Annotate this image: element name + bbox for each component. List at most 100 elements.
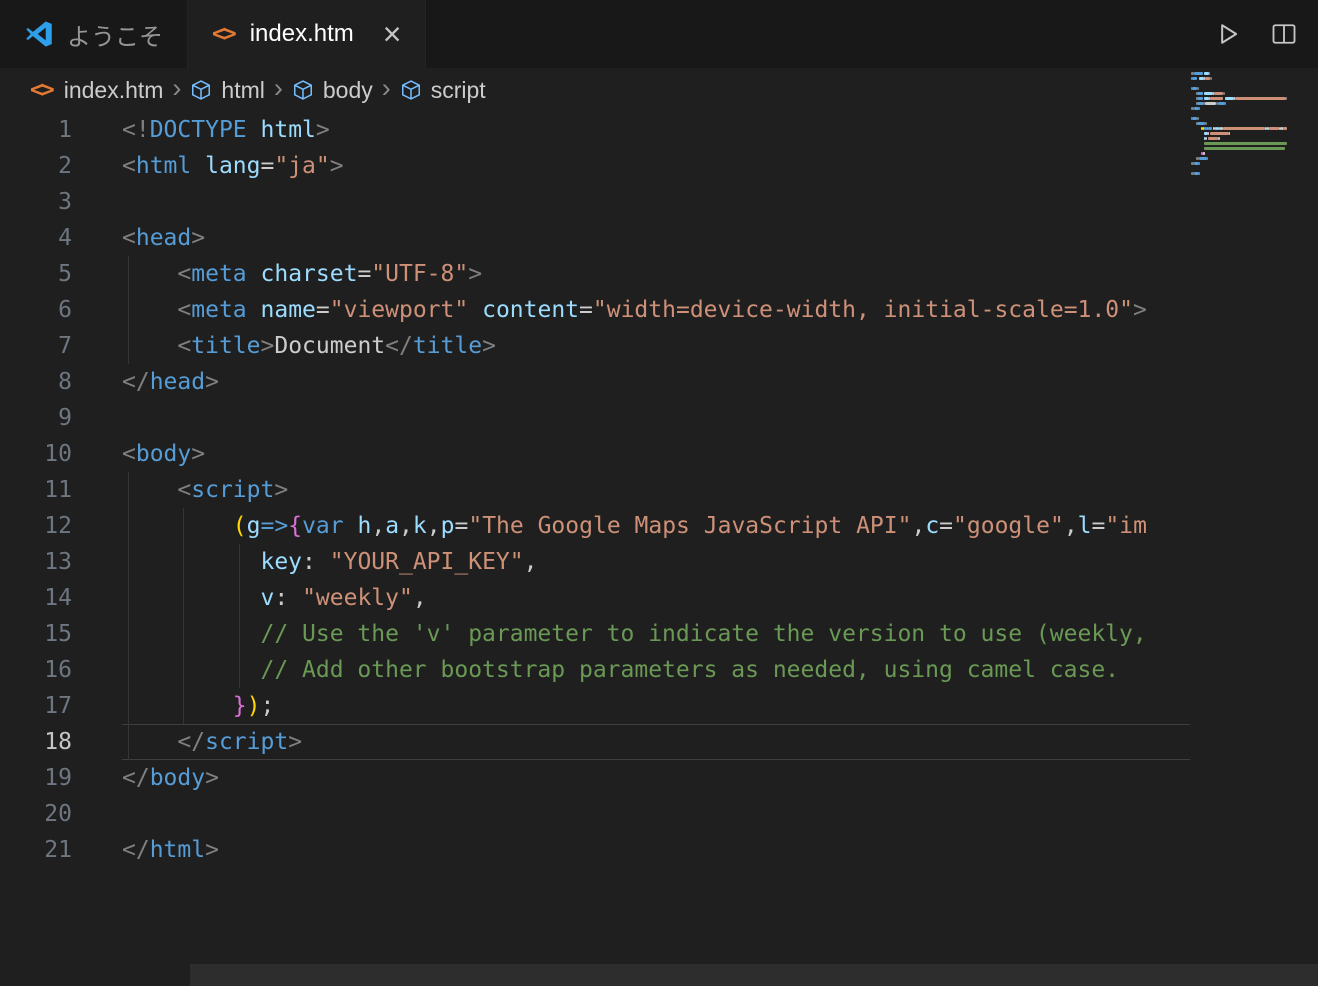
code-line-7[interactable]: 7 <title>Document</title> xyxy=(0,328,1190,364)
breadcrumb-item-script[interactable]: script xyxy=(400,77,486,104)
code-text: <html lang="ja"> xyxy=(122,153,344,179)
code-line-20[interactable]: 20 xyxy=(0,796,1190,832)
tab-bar: ようこそ <> index.htm × xyxy=(0,0,1318,68)
indent-guide xyxy=(183,652,185,688)
tab-label: ようこそ xyxy=(67,23,163,51)
code-file-icon: <> xyxy=(212,21,237,47)
code-line-18[interactable]: 18 </script> xyxy=(0,724,1190,760)
code-text: <title>Document</title> xyxy=(72,328,496,364)
tab-index-htm[interactable]: <> index.htm × xyxy=(188,0,427,68)
breadcrumb-label: html xyxy=(221,76,265,103)
indent-guide xyxy=(183,688,185,724)
vscode-window: ようこそ <> index.htm × <> index.htm › html … xyxy=(0,0,1318,986)
indent-guide xyxy=(238,544,240,580)
line-number: 21 xyxy=(44,837,72,863)
chevron-right-icon: › xyxy=(381,73,391,103)
code-line-10[interactable]: 10 <body> xyxy=(0,436,1190,472)
close-icon[interactable]: × xyxy=(383,18,402,50)
indent-guide xyxy=(238,652,240,688)
editor-actions xyxy=(1214,0,1298,68)
tab-welcome[interactable]: ようこそ xyxy=(0,0,188,68)
run-icon[interactable] xyxy=(1214,20,1242,48)
indent-guide xyxy=(128,508,129,544)
minimap-line xyxy=(1191,172,1315,177)
code-line-3[interactable]: 3 xyxy=(0,184,1190,220)
code-line-4[interactable]: 4 <head> xyxy=(0,220,1190,256)
line-number: 4 xyxy=(58,225,72,251)
line-number: 14 xyxy=(44,585,72,611)
code-text: </head> xyxy=(122,369,219,395)
chevron-right-icon: › xyxy=(172,73,182,103)
symbol-cube-icon xyxy=(292,79,314,101)
line-number: 6 xyxy=(58,297,72,323)
breadcrumb-item-file[interactable]: <> index.htm xyxy=(30,77,163,104)
indent-guide xyxy=(128,544,129,580)
indent-guide xyxy=(183,508,185,544)
code-line-11[interactable]: 11 <script> xyxy=(0,472,1190,508)
indent-guide xyxy=(128,652,129,688)
indent-guide xyxy=(183,580,185,616)
indent-guide xyxy=(128,472,129,508)
line-number: 15 xyxy=(44,621,72,647)
code-line-16[interactable]: 16 // Add other bootstrap parameters as … xyxy=(0,652,1190,688)
code-line-9[interactable]: 9 xyxy=(0,400,1190,436)
indent-guide xyxy=(128,292,129,328)
breadcrumb-label: script xyxy=(430,76,486,103)
line-number: 16 xyxy=(44,657,72,683)
code-line-6[interactable]: 6 <meta name="viewport" content="width=d… xyxy=(0,292,1190,328)
line-number: 19 xyxy=(44,765,72,791)
symbol-cube-icon xyxy=(190,79,212,101)
line-number: 12 xyxy=(44,513,72,539)
vscode-logo-icon xyxy=(24,19,54,49)
code-line-17[interactable]: 17 }); xyxy=(0,688,1190,724)
indent-guide xyxy=(128,724,129,760)
code-text: <script> xyxy=(72,472,288,508)
horizontal-scrollbar[interactable] xyxy=(190,964,1318,986)
code-text: v: "weekly", xyxy=(72,580,427,616)
code-line-12[interactable]: 12 (g=>{var h,a,k,p="The Google Maps Jav… xyxy=(0,508,1190,544)
indent-guide xyxy=(183,616,185,652)
editor: 1 <!DOCTYPE html> 2 <html lang="ja"> 3 4 <head… xyxy=(0,112,1318,986)
line-number: 3 xyxy=(58,189,72,215)
indent-guide xyxy=(238,580,240,616)
line-number: 17 xyxy=(44,693,72,719)
tab-label: index.htm xyxy=(249,20,354,47)
line-number: 10 xyxy=(44,441,72,467)
code-line-14[interactable]: 14 v: "weekly", xyxy=(0,580,1190,616)
breadcrumb-label: body xyxy=(322,76,373,103)
split-editor-icon[interactable] xyxy=(1270,20,1298,48)
code-text: <!DOCTYPE html> xyxy=(122,117,330,143)
code-text: </body> xyxy=(122,765,219,791)
indent-guide xyxy=(128,328,129,364)
line-number: 13 xyxy=(44,549,72,575)
line-number: 7 xyxy=(58,333,72,359)
code-text: </html> xyxy=(122,837,219,863)
code-line-19[interactable]: 19 </body> xyxy=(0,760,1190,796)
code-text: }); xyxy=(72,688,274,724)
code-line-8[interactable]: 8 </head> xyxy=(0,364,1190,400)
breadcrumb-item-html[interactable]: html xyxy=(190,76,265,104)
line-number: 1 xyxy=(58,117,72,143)
indent-guide xyxy=(128,256,129,292)
code-line-15[interactable]: 15 // Use the 'v' parameter to indicate … xyxy=(0,616,1190,652)
breadcrumb-label: index.htm xyxy=(63,76,164,103)
breadcrumb: <> index.htm › html › body › script xyxy=(0,68,1318,112)
code-text: <meta name="viewport" content="width=dev… xyxy=(72,292,1147,328)
code-line-1[interactable]: 1 <!DOCTYPE html> xyxy=(0,112,1190,148)
code-lines[interactable]: 1 <!DOCTYPE html> 2 <html lang="ja"> 3 4 <head… xyxy=(0,112,1190,986)
breadcrumb-item-body[interactable]: body xyxy=(292,77,373,104)
line-number: 20 xyxy=(44,801,72,827)
code-text: </script> xyxy=(72,724,302,760)
minimap[interactable] xyxy=(1191,72,1315,177)
code-line-5[interactable]: 5 <meta charset="UTF-8"> xyxy=(0,256,1190,292)
line-number: 9 xyxy=(58,405,72,431)
indent-guide xyxy=(128,688,129,724)
code-line-21[interactable]: 21 </html> xyxy=(0,832,1190,868)
symbol-cube-icon xyxy=(400,79,422,101)
line-number: 11 xyxy=(44,477,72,503)
code-line-13[interactable]: 13 key: "YOUR_API_KEY", xyxy=(0,544,1190,580)
code-text: (g=>{var h,a,k,p="The Google Maps JavaSc… xyxy=(72,508,1147,544)
code-line-2[interactable]: 2 <html lang="ja"> xyxy=(0,148,1190,184)
